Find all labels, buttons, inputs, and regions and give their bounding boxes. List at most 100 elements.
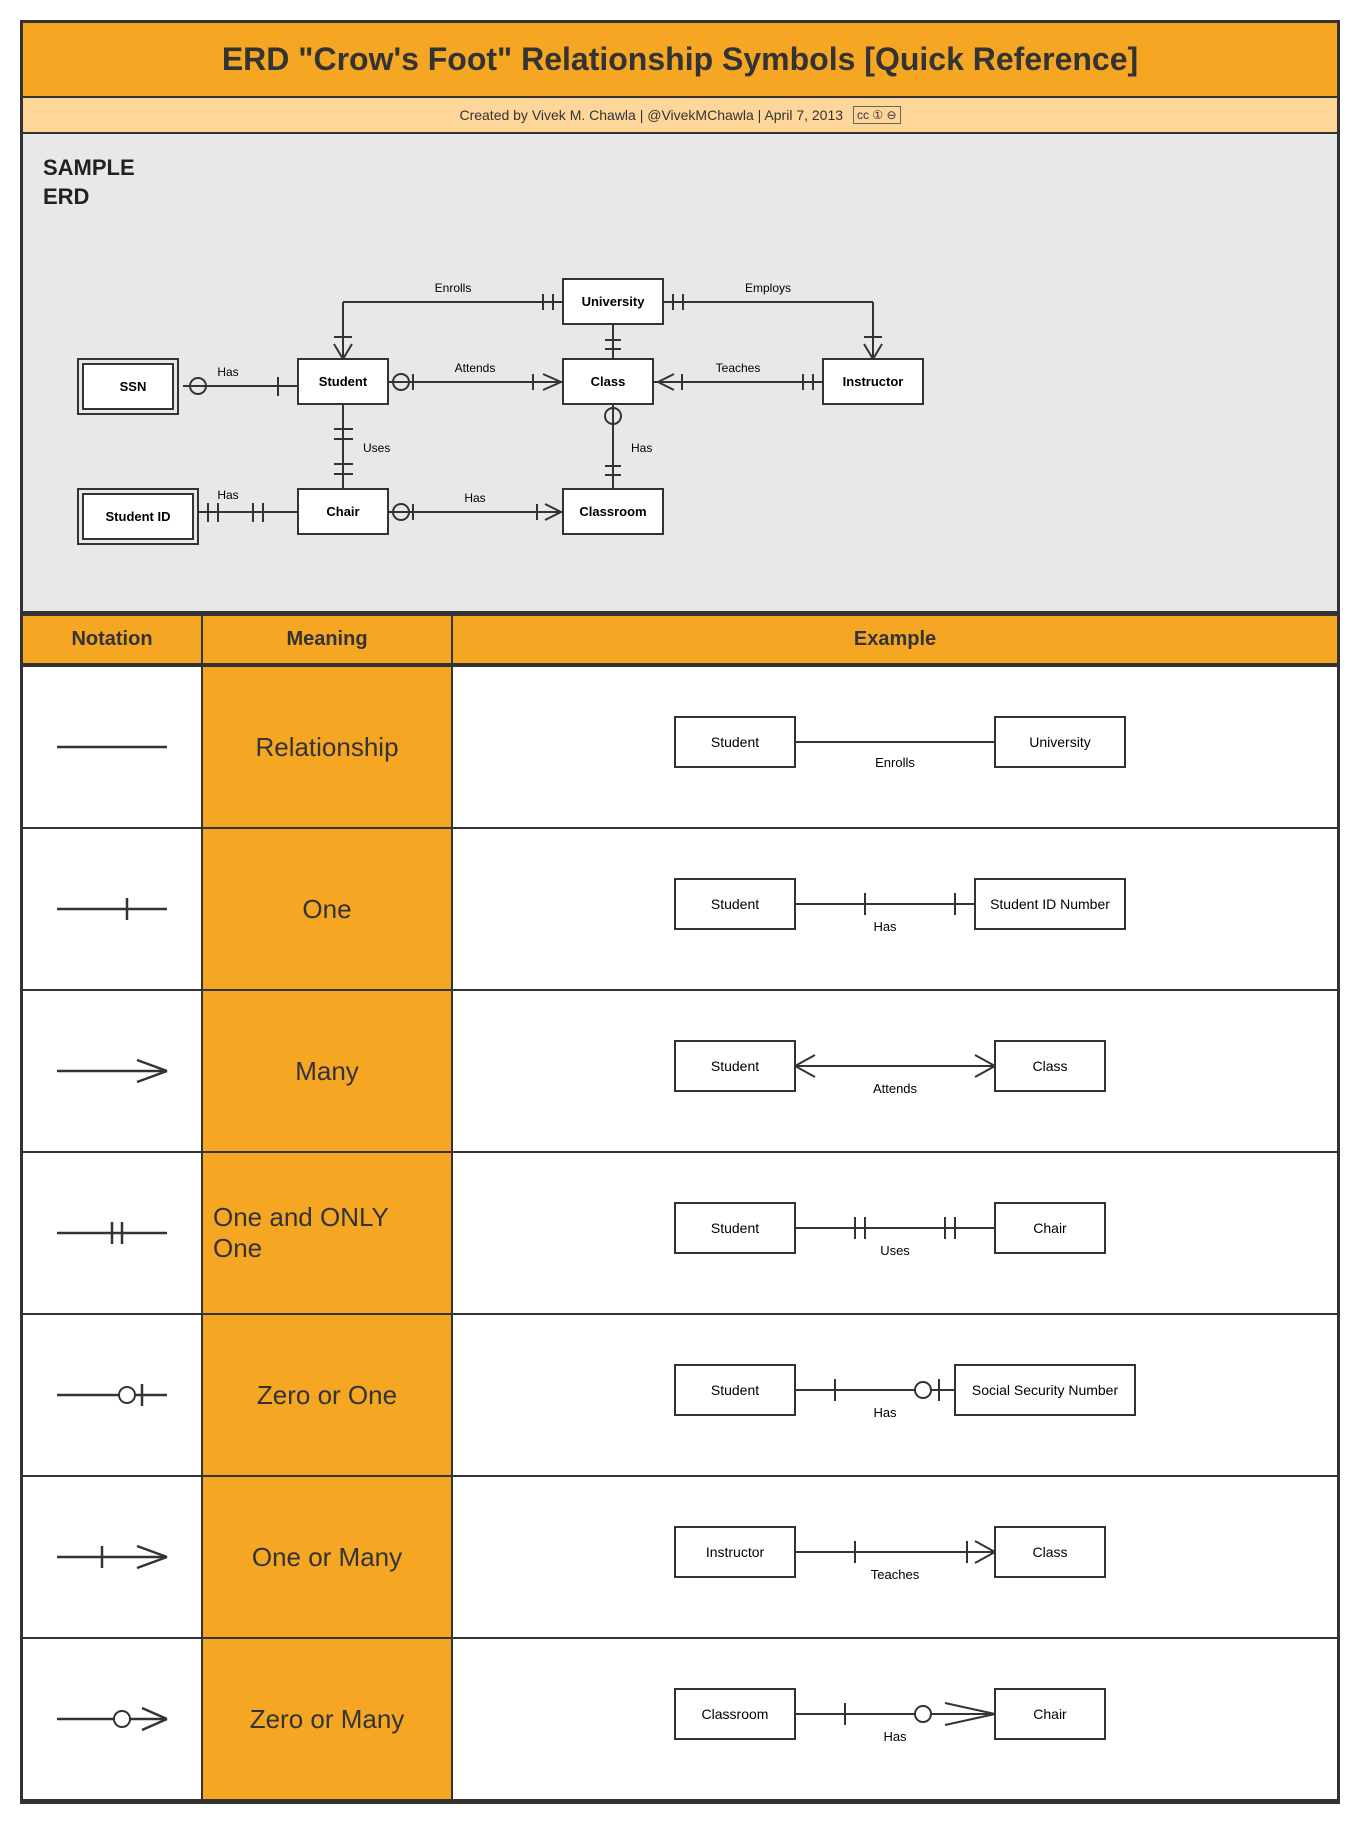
- svg-text:Student: Student: [319, 374, 368, 389]
- example-diagram: Student Student ID Number Has: [645, 849, 1145, 969]
- header-meaning: Meaning: [203, 616, 453, 663]
- notation-cell: [23, 667, 203, 827]
- example-diagram: Instructor Class Teaches: [645, 1497, 1145, 1617]
- title-bar: ERD "Crow's Foot" Relationship Symbols […: [23, 23, 1337, 98]
- credit-text: Created by Vivek M. Chawla | @VivekMChaw…: [459, 107, 843, 123]
- credit-bar: Created by Vivek M. Chawla | @VivekMChaw…: [23, 98, 1337, 134]
- example-cell: Student University Enrolls: [453, 667, 1337, 827]
- example-cell: Instructor Class Teaches: [453, 1477, 1337, 1637]
- meaning-cell: Zero or Many: [203, 1639, 453, 1799]
- relationship-symbol: [47, 722, 177, 772]
- svg-text:Classroom: Classroom: [579, 504, 646, 519]
- svg-text:Classroom: Classroom: [702, 1706, 769, 1722]
- header-example: Example: [453, 616, 1337, 663]
- notation-cell: [23, 1153, 203, 1313]
- notation-table: Notation Meaning Example Relationship St…: [23, 614, 1337, 1801]
- svg-text:SSN: SSN: [120, 379, 147, 394]
- svg-text:Has: Has: [873, 919, 897, 934]
- notation-cell: [23, 1315, 203, 1475]
- table-row: One Student Student ID Number Has: [23, 827, 1337, 989]
- meaning-label: One or Many: [252, 1542, 402, 1573]
- meaning-label: Zero or One: [257, 1380, 397, 1411]
- svg-text:Student: Student: [711, 896, 759, 912]
- svg-text:Enrolls: Enrolls: [435, 281, 472, 295]
- example-cell: Student Chair Uses: [453, 1153, 1337, 1313]
- example-diagram: Student Class Attends: [645, 1011, 1145, 1131]
- svg-text:Has: Has: [631, 441, 652, 455]
- one-symbol: [47, 884, 177, 934]
- svg-text:Class: Class: [1032, 1058, 1067, 1074]
- zero-one-symbol: [47, 1370, 177, 1420]
- svg-text:Chair: Chair: [1033, 1220, 1067, 1236]
- svg-text:Instructor: Instructor: [706, 1544, 765, 1560]
- table-row: One and ONLY One Student Chair Uses: [23, 1151, 1337, 1313]
- meaning-cell: One and ONLY One: [203, 1153, 453, 1313]
- table-row: Zero or Many Classroom Chair Has: [23, 1637, 1337, 1801]
- svg-text:Has: Has: [217, 365, 238, 379]
- cc-icons: cc ① ⊖: [853, 106, 900, 124]
- example-cell: Student Social Security Number Has: [453, 1315, 1337, 1475]
- svg-text:Uses: Uses: [880, 1243, 910, 1258]
- meaning-cell: Many: [203, 991, 453, 1151]
- table-row: Many Student Class Attends: [23, 989, 1337, 1151]
- svg-text:Chair: Chair: [326, 504, 359, 519]
- meaning-cell: One: [203, 829, 453, 989]
- notation-cell: [23, 829, 203, 989]
- svg-text:Chair: Chair: [1033, 1706, 1067, 1722]
- svg-text:Enrolls: Enrolls: [875, 755, 915, 770]
- svg-text:Social Security Number: Social Security Number: [972, 1382, 1119, 1398]
- zero-many-symbol: [47, 1694, 177, 1744]
- svg-text:Student: Student: [711, 1382, 759, 1398]
- meaning-cell: Relationship: [203, 667, 453, 827]
- many-symbol: [47, 1046, 177, 1096]
- one-only-symbol: [47, 1208, 177, 1258]
- page-title: ERD "Crow's Foot" Relationship Symbols […: [222, 41, 1138, 77]
- svg-text:Has: Has: [883, 1729, 907, 1744]
- table-row: Zero or One Student Social Security Numb…: [23, 1313, 1337, 1475]
- svg-text:Attends: Attends: [873, 1081, 918, 1096]
- example-cell: Student Class Attends: [453, 991, 1337, 1151]
- meaning-label: Zero or Many: [250, 1704, 405, 1735]
- meaning-label: Many: [295, 1056, 359, 1087]
- erd-diagram: SSN Student ID Student Chair University …: [23, 134, 1283, 574]
- example-diagram: Student University Enrolls: [645, 687, 1145, 807]
- svg-text:Class: Class: [1032, 1544, 1067, 1560]
- svg-text:Uses: Uses: [363, 441, 390, 455]
- svg-text:Has: Has: [217, 488, 238, 502]
- table-row: Relationship Student University Enrolls: [23, 665, 1337, 827]
- svg-text:Employs: Employs: [745, 281, 791, 295]
- example-cell: Student Student ID Number Has: [453, 829, 1337, 989]
- notation-cell: [23, 991, 203, 1151]
- svg-text:Student: Student: [711, 734, 759, 750]
- meaning-label: Relationship: [255, 732, 398, 763]
- page-container: ERD "Crow's Foot" Relationship Symbols […: [20, 20, 1340, 1804]
- svg-text:Student ID: Student ID: [106, 509, 171, 524]
- meaning-cell: Zero or One: [203, 1315, 453, 1475]
- svg-text:Teaches: Teaches: [871, 1567, 920, 1582]
- table-row: One or Many Instructor Class Teaches: [23, 1475, 1337, 1637]
- svg-text:Student: Student: [711, 1058, 759, 1074]
- example-diagram: Student Chair Uses: [645, 1173, 1145, 1293]
- svg-text:Instructor: Instructor: [843, 374, 904, 389]
- table-header: Notation Meaning Example: [23, 616, 1337, 665]
- example-diagram: Classroom Chair Has: [645, 1659, 1145, 1779]
- one-many-symbol: [47, 1532, 177, 1582]
- example-diagram: Student Social Security Number Has: [645, 1335, 1145, 1455]
- svg-text:University: University: [1029, 734, 1090, 750]
- svg-text:Attends: Attends: [455, 361, 496, 375]
- header-notation: Notation: [23, 616, 203, 663]
- example-cell: Classroom Chair Has: [453, 1639, 1337, 1799]
- notation-cell: [23, 1477, 203, 1637]
- svg-text:Student: Student: [711, 1220, 759, 1236]
- notation-cell: [23, 1639, 203, 1799]
- svg-text:Class: Class: [591, 374, 626, 389]
- svg-text:Has: Has: [464, 491, 485, 505]
- meaning-cell: One or Many: [203, 1477, 453, 1637]
- meaning-label: One: [302, 894, 351, 925]
- svg-text:Student ID Number: Student ID Number: [990, 896, 1110, 912]
- erd-sample-area: SAMPLEERD SSN Student ID Student Chair U…: [23, 134, 1337, 614]
- svg-text:University: University: [582, 294, 646, 309]
- svg-text:Teaches: Teaches: [716, 361, 761, 375]
- meaning-label: One and ONLY One: [213, 1202, 441, 1264]
- svg-text:Has: Has: [873, 1405, 897, 1420]
